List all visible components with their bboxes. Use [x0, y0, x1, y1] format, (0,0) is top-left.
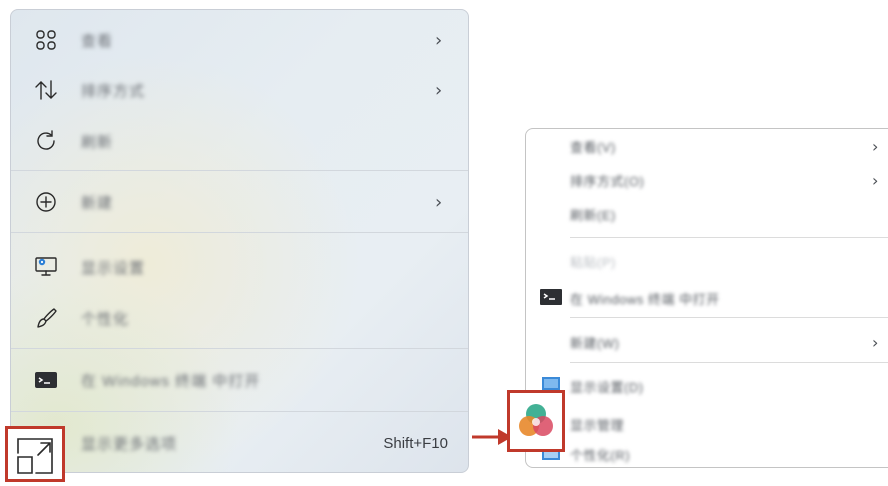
classic-item-display-settings[interactable]: 显示设置(D) [526, 369, 888, 403]
classic-item-label: 新建(W) [570, 335, 620, 351]
grid-icon [33, 27, 59, 53]
classic-item-sort[interactable]: 排序方式(O) › [526, 163, 888, 197]
menu-item-label: 排序方式 [81, 82, 146, 100]
terminal-icon [540, 287, 562, 309]
classic-item-display-management[interactable]: 显示管理 [526, 407, 888, 441]
menu-item-open-terminal[interactable]: 在 Windows 终端 中打开 [11, 356, 468, 404]
separator [11, 232, 468, 233]
chevron-right-icon: › [872, 170, 879, 190]
color-circles-icon-highlight[interactable] [507, 390, 565, 452]
classic-item-label: 刷新(E) [570, 207, 616, 223]
chevron-right-icon: › [435, 29, 443, 51]
classic-item-personalize[interactable]: 个性化(R) [526, 437, 888, 467]
plus-circle-icon [33, 189, 59, 215]
menu-item-label: 新建 [81, 194, 114, 212]
separator [11, 348, 468, 349]
chevron-right-icon: › [435, 191, 443, 213]
classic-item-paste: 粘贴(P) [526, 244, 888, 278]
separator [11, 170, 468, 171]
menu-item-label: 查看 [81, 32, 114, 50]
menu-item-label: 在 Windows 终端 中打开 [81, 372, 261, 390]
menu-item-display-settings[interactable]: 显示设置 [11, 243, 468, 291]
context-menu-new: 查看 › 排序方式 › 刷新 新建 › 显示设置 个性化 在 Windows 终… [10, 9, 469, 473]
sort-icon [33, 77, 59, 103]
classic-item-label: 在 Windows 终端 中打开 [570, 291, 720, 307]
shortcut-label: Shift+F10 [383, 434, 448, 452]
separator [570, 317, 888, 318]
menu-item-label: 显示更多选项 [81, 435, 178, 453]
classic-item-new[interactable]: 新建(W) › [526, 325, 888, 359]
menu-item-label: 个性化 [81, 310, 130, 328]
classic-item-label: 个性化(R) [570, 447, 631, 463]
menu-item-sort[interactable]: 排序方式 › [11, 66, 468, 114]
chevron-right-icon: › [872, 136, 879, 156]
classic-item-label: 显示设置(D) [570, 379, 644, 395]
color-circles-icon [519, 404, 553, 436]
menu-item-personalize[interactable]: 个性化 [11, 294, 468, 342]
menu-item-view[interactable]: 查看 › [11, 16, 468, 64]
expand-icon-highlight[interactable] [5, 426, 65, 482]
menu-item-new[interactable]: 新建 › [11, 178, 468, 226]
classic-item-label: 排序方式(O) [570, 173, 645, 189]
menu-item-label: 刷新 [81, 133, 114, 151]
classic-item-view[interactable]: 查看(V) › [526, 129, 888, 163]
classic-item-label: 粘贴(P) [570, 254, 616, 270]
classic-item-refresh[interactable]: 刷新(E) [526, 197, 888, 231]
brush-icon [33, 305, 59, 331]
separator [11, 411, 468, 412]
menu-item-show-more-options[interactable]: 显示更多选项 Shift+F10 [11, 419, 468, 467]
menu-item-refresh[interactable]: 刷新 [11, 117, 468, 165]
terminal-icon [33, 367, 59, 393]
display-settings-icon [33, 254, 59, 280]
classic-item-label: 显示管理 [570, 417, 625, 433]
menu-item-label: 显示设置 [81, 259, 146, 277]
context-menu-classic: 查看(V) › 排序方式(O) › 刷新(E) 粘贴(P) 在 Windows … [525, 128, 888, 468]
separator [570, 362, 888, 363]
refresh-icon [33, 128, 59, 154]
classic-item-label: 查看(V) [570, 139, 616, 155]
classic-item-open-terminal[interactable]: 在 Windows 终端 中打开 [526, 281, 888, 315]
chevron-right-icon: › [872, 332, 879, 352]
expand-icon [17, 438, 53, 474]
chevron-right-icon: › [435, 79, 443, 101]
separator [570, 237, 888, 238]
